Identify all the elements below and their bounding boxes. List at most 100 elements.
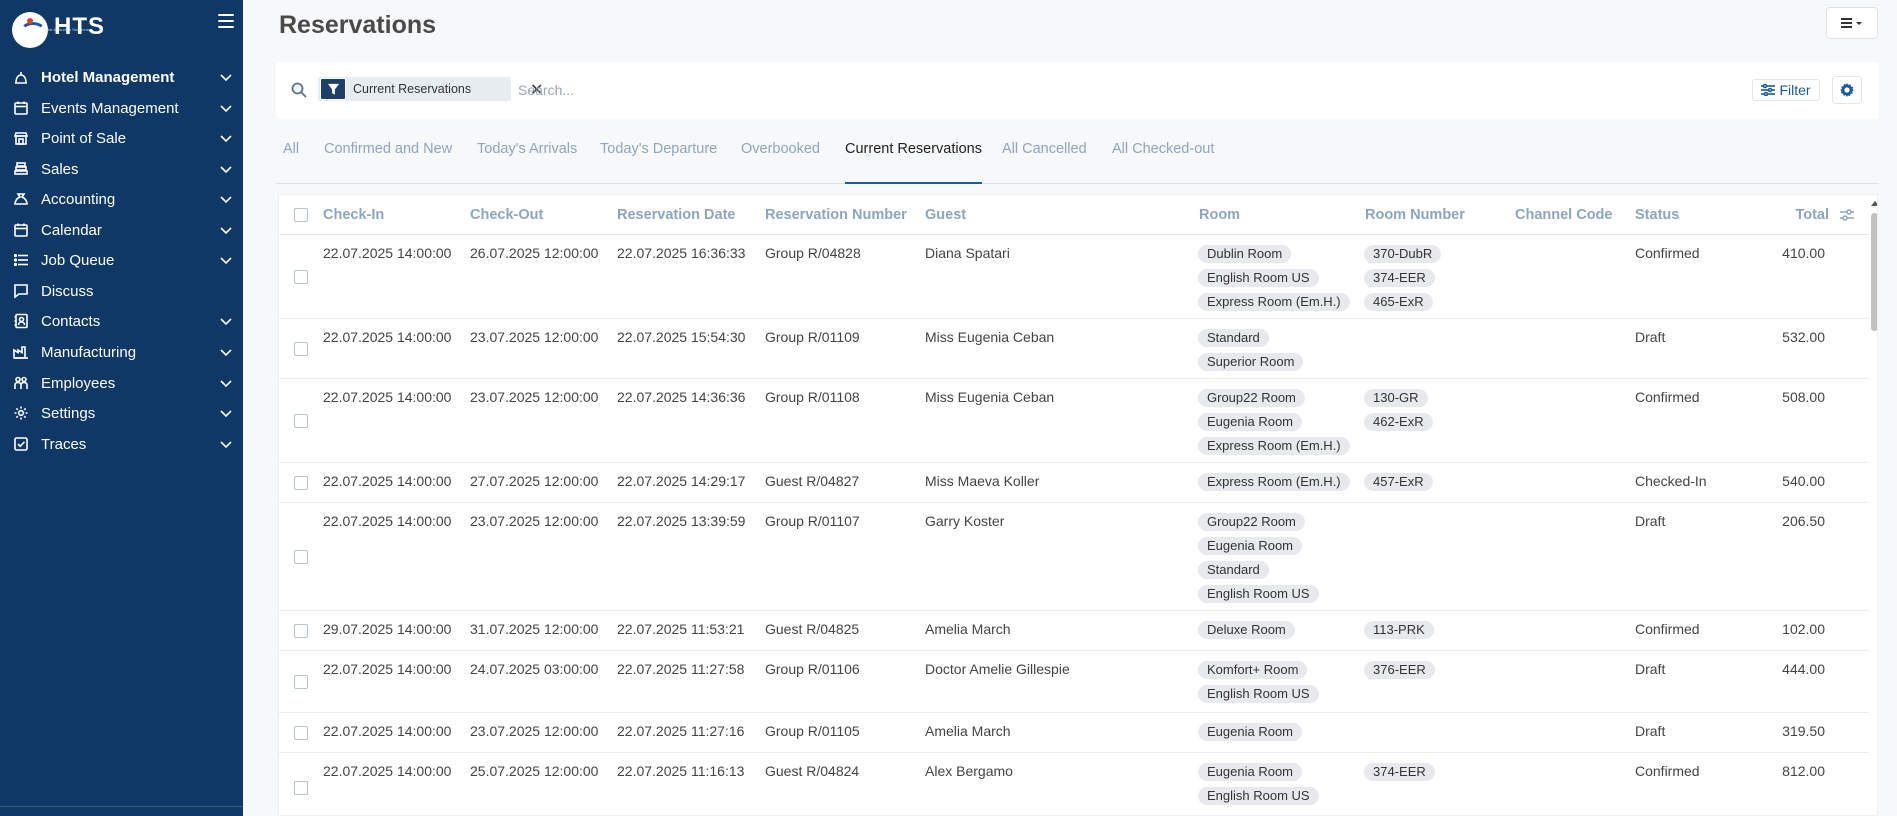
vertical-scrollbar[interactable] [1869, 195, 1877, 815]
column-header-channel-code[interactable]: Channel Code [1515, 207, 1612, 223]
cell-res-number: Group R/01109 [765, 329, 860, 345]
tab-all-checked-out[interactable]: All Checked-out [1112, 141, 1214, 184]
scroll-up-arrow-icon[interactable] [1871, 201, 1877, 206]
table-header: Check-In Check-Out Reservation Date Reserva… [279, 195, 1869, 235]
row-checkbox[interactable] [294, 476, 308, 490]
row-checkbox[interactable] [294, 726, 308, 740]
chevron-down-icon[interactable] [219, 437, 233, 451]
search-input[interactable] [518, 79, 1118, 101]
facet-label: Current Reservations [353, 82, 472, 96]
cell-guest: Amelia March [925, 723, 1011, 739]
cell-check-in: 22.07.2025 14:00:00 [323, 389, 452, 405]
sidebar-item-settings[interactable]: Settings [0, 398, 243, 428]
tab-today-s-arrivals[interactable]: Today's Arrivals [477, 141, 577, 184]
cell-res-number: Group R/01107 [765, 513, 860, 529]
cell-res-date: 22.07.2025 16:36:33 [617, 245, 746, 261]
cell-status: Draft [1635, 723, 1666, 739]
row-checkbox[interactable] [294, 270, 308, 284]
chevron-down-icon[interactable] [219, 192, 233, 206]
cell-total: 812.00 [1782, 763, 1825, 779]
hamburger-menu-icon[interactable] [218, 14, 234, 28]
sidebar-item-job-queue[interactable]: Job Queue [0, 245, 243, 275]
search-facet[interactable]: Current Reservations ✕ [318, 77, 543, 101]
users-icon [12, 374, 30, 392]
table-row[interactable]: 29.07.2025 14:00:00 31.07.2025 12:00:00 22… [279, 611, 1869, 651]
table-row[interactable]: 22.07.2025 14:00:00 25.07.2025 12:00:00 22… [279, 753, 1869, 815]
row-checkbox[interactable] [294, 414, 308, 428]
sidebar-divider [0, 806, 243, 807]
chevron-down-icon[interactable] [219, 70, 233, 84]
table-row[interactable]: 22.07.2025 14:00:00 23.07.2025 12:00:00 22… [279, 379, 1869, 463]
sidebar-item-sales[interactable]: Sales [0, 154, 243, 184]
column-header-guest[interactable]: Guest [925, 207, 966, 223]
cell-res-number: Group R/04828 [765, 245, 861, 261]
column-header-reservation-number[interactable]: Reservation Number [765, 207, 907, 223]
sidebar-item-events-management[interactable]: Events Management [0, 93, 243, 123]
column-header-check-in[interactable]: Check-In [323, 207, 384, 223]
sidebar-item-label: Events Management [41, 99, 179, 117]
tab-current-reservations[interactable]: Current Reservations [845, 141, 982, 184]
row-checkbox[interactable] [294, 624, 308, 638]
chevron-down-icon[interactable] [219, 131, 233, 145]
gear-icon [12, 404, 30, 422]
column-header-status[interactable]: Status [1635, 207, 1679, 223]
column-header-total[interactable]: Total [1709, 207, 1829, 223]
select-all-checkbox[interactable] [294, 208, 308, 222]
scroll-thumb[interactable] [1871, 213, 1877, 331]
tab-overbooked[interactable]: Overbooked [741, 141, 820, 184]
sidebar-item-hotel-management[interactable]: Hotel Management [0, 62, 243, 92]
search-settings-button[interactable] [1832, 76, 1862, 104]
chevron-down-icon[interactable] [219, 345, 233, 359]
sidebar-item-employees[interactable]: Employees [0, 368, 243, 398]
column-settings-icon[interactable] [1839, 207, 1855, 223]
table-row[interactable]: 22.07.2025 14:00:00 23.07.2025 12:00:00 22… [279, 713, 1869, 753]
reservations-table: Check-In Check-Out Reservation Date Reserva… [278, 194, 1878, 816]
room-tag: Standard [1198, 561, 1269, 579]
column-header-room[interactable]: Room [1199, 207, 1240, 223]
tab-today-s-departure[interactable]: Today's Departure [600, 141, 717, 184]
column-header-check-out[interactable]: Check-Out [470, 207, 543, 223]
chevron-down-icon[interactable] [219, 162, 233, 176]
cell-check-out: 26.07.2025 12:00:00 [470, 245, 599, 261]
column-header-reservation-date[interactable]: Reservation Date [617, 207, 735, 223]
sidebar-item-point-of-sale[interactable]: Point of Sale [0, 123, 243, 153]
sidebar-item-discuss[interactable]: Discuss [0, 276, 243, 306]
cell-res-date: 22.07.2025 13:39:59 [617, 513, 746, 529]
cell-res-date: 22.07.2025 11:53:21 [617, 621, 745, 637]
sidebar-item-calendar[interactable]: Calendar [0, 215, 243, 245]
table-row[interactable]: 22.07.2025 14:00:00 24.07.2025 03:00:00 22… [279, 651, 1869, 713]
row-checkbox[interactable] [294, 781, 308, 795]
chevron-down-icon[interactable] [219, 101, 233, 115]
sidebar-item-accounting[interactable]: Accounting [0, 184, 243, 214]
tab-all-cancelled[interactable]: All Cancelled [1002, 141, 1087, 184]
room-number-tag: 130-GR [1364, 389, 1428, 407]
tab-confirmed-and-new[interactable]: Confirmed and New [324, 141, 452, 184]
address-book-icon [12, 312, 30, 330]
row-checkbox[interactable] [294, 675, 308, 689]
sidebar-item-traces[interactable]: Traces [0, 429, 243, 459]
cell-check-out: 23.07.2025 12:00:00 [470, 329, 599, 345]
cell-res-number: Group R/01106 [765, 661, 860, 677]
cell-guest: Miss Maeva Koller [925, 473, 1040, 489]
row-checkbox[interactable] [294, 550, 308, 564]
table-row[interactable]: 22.07.2025 14:00:00 23.07.2025 12:00:00 22… [279, 503, 1869, 611]
column-header-room-number[interactable]: Room Number [1365, 207, 1465, 223]
row-checkbox[interactable] [294, 342, 308, 356]
filter-label: Filter [1779, 82, 1811, 98]
room-tag: Eugenia Room [1198, 763, 1302, 781]
filter-button[interactable]: Filter [1752, 79, 1820, 101]
cell-status: Checked-In [1635, 473, 1707, 489]
chevron-down-icon[interactable] [219, 253, 233, 267]
tab-all[interactable]: All [283, 141, 299, 184]
check-square-icon [12, 435, 30, 453]
sidebar-item-contacts[interactable]: Contacts [0, 306, 243, 336]
table-row[interactable]: 22.07.2025 14:00:00 26.07.2025 12:00:00 22… [279, 235, 1869, 319]
view-menu-button[interactable] [1826, 7, 1878, 39]
chevron-down-icon[interactable] [219, 406, 233, 420]
chevron-down-icon[interactable] [219, 376, 233, 390]
sidebar-item-manufacturing[interactable]: Manufacturing [0, 337, 243, 367]
table-row[interactable]: 22.07.2025 14:00:00 27.07.2025 12:00:00 22… [279, 463, 1869, 503]
chevron-down-icon[interactable] [219, 314, 233, 328]
chevron-down-icon[interactable] [219, 223, 233, 237]
table-row[interactable]: 22.07.2025 14:00:00 23.07.2025 12:00:00 22… [279, 319, 1869, 379]
